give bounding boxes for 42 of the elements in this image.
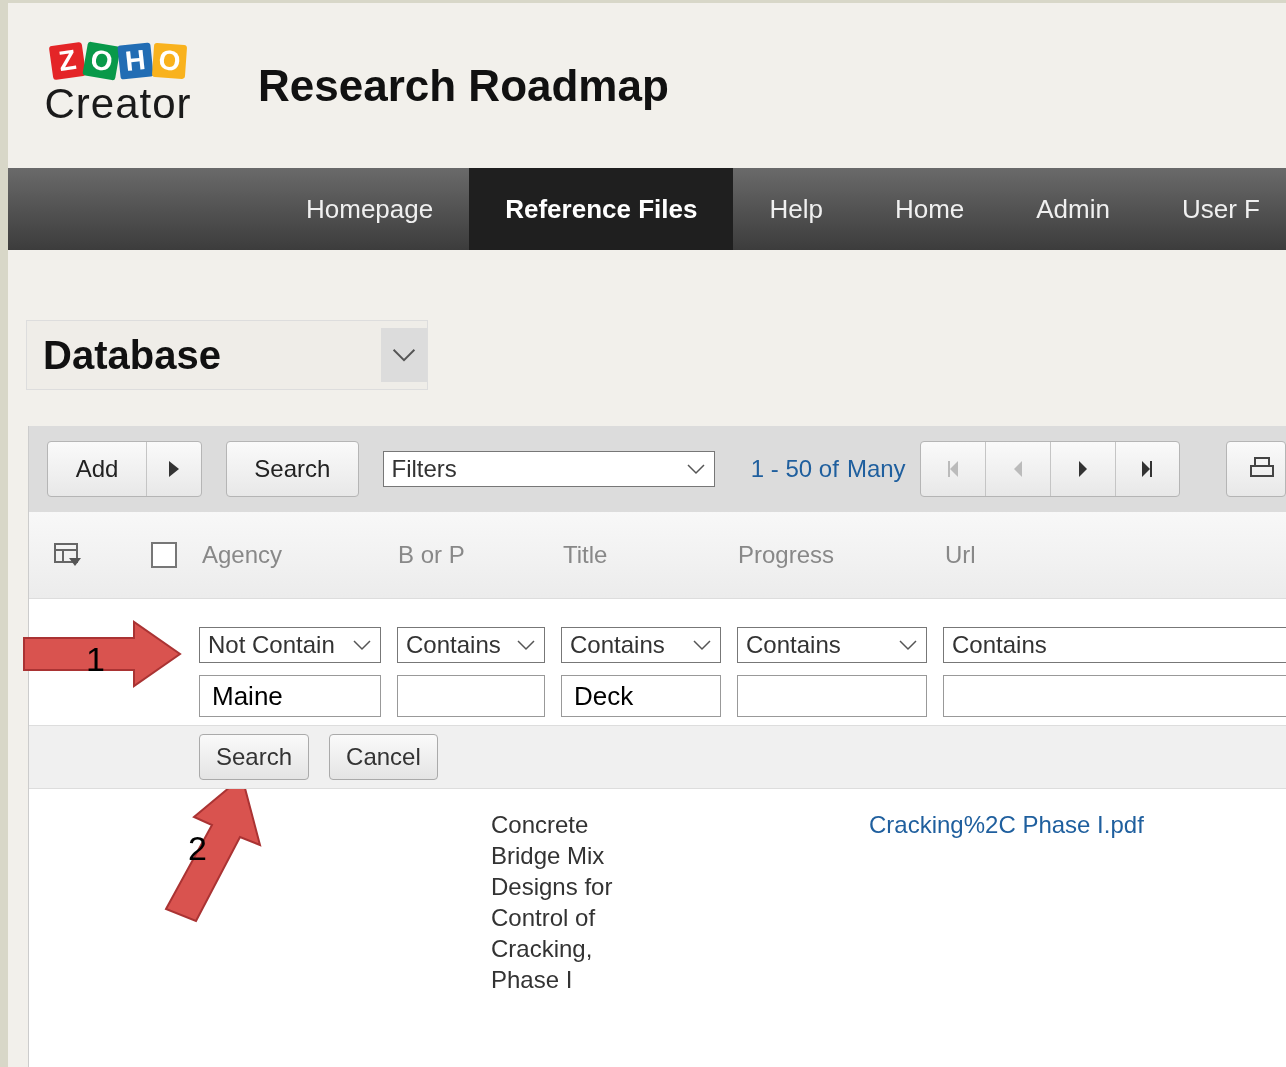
logo-tile: O [151,42,187,79]
logo-tile: H [116,41,154,80]
app-title: Research Roadmap [258,60,669,111]
filter-input[interactable] [943,675,1286,717]
nav-tab[interactable]: Homepage [270,168,470,250]
chevron-down-icon [516,639,536,651]
filter-input[interactable]: Deck [561,675,721,717]
nav-tab[interactable]: Home [858,168,1001,250]
logo-tile: Z [48,41,86,80]
select-all-checkbox[interactable] [151,542,177,568]
nav-tab[interactable]: Help [733,168,859,250]
operator-dropdown[interactable]: Contains [561,627,721,663]
file-link[interactable]: Cracking%2C Phase I.pdf [869,809,1144,840]
chevron-down-icon [898,639,918,651]
operator-dropdown[interactable]: Contains [737,627,927,663]
nav-tab[interactable]: Reference Files [469,168,734,250]
operator-dropdown[interactable]: Contains [943,627,1286,663]
chevron-down-icon [352,639,372,651]
filters-dropdown[interactable]: Filters [382,451,715,487]
chevron-down-icon [692,639,712,651]
chevron-down-icon [391,347,417,363]
dropdown-button[interactable] [381,328,427,382]
column-chooser-icon[interactable] [53,542,83,568]
filter-action-button[interactable]: Cancel [329,734,438,780]
search-button[interactable]: Search [226,441,359,497]
step-number: 1 [86,640,105,679]
logo-product: Creator [44,79,192,128]
nav-tab[interactable]: Admin [1000,168,1146,250]
chevron-down-icon [685,463,706,475]
operator-dropdown[interactable]: Contains [397,627,545,663]
total-link[interactable]: Many [846,455,906,483]
filter-input[interactable] [397,675,545,717]
step-number: 2 [188,829,207,868]
logo-tile: O [81,40,121,81]
filter-input[interactable] [737,675,927,717]
filter-input[interactable]: Maine [199,675,381,717]
record-range: 1 - 50 of [750,455,839,483]
operator-dropdown[interactable]: Not Contain [199,627,381,663]
nav-tab[interactable]: User F [1145,168,1286,250]
table-cell-text: Concrete Bridge Mix Designs for Control of Cracking, Phase I [491,810,614,995]
print-button[interactable] [1226,441,1286,497]
filter-action-button[interactable]: Search [199,734,310,780]
